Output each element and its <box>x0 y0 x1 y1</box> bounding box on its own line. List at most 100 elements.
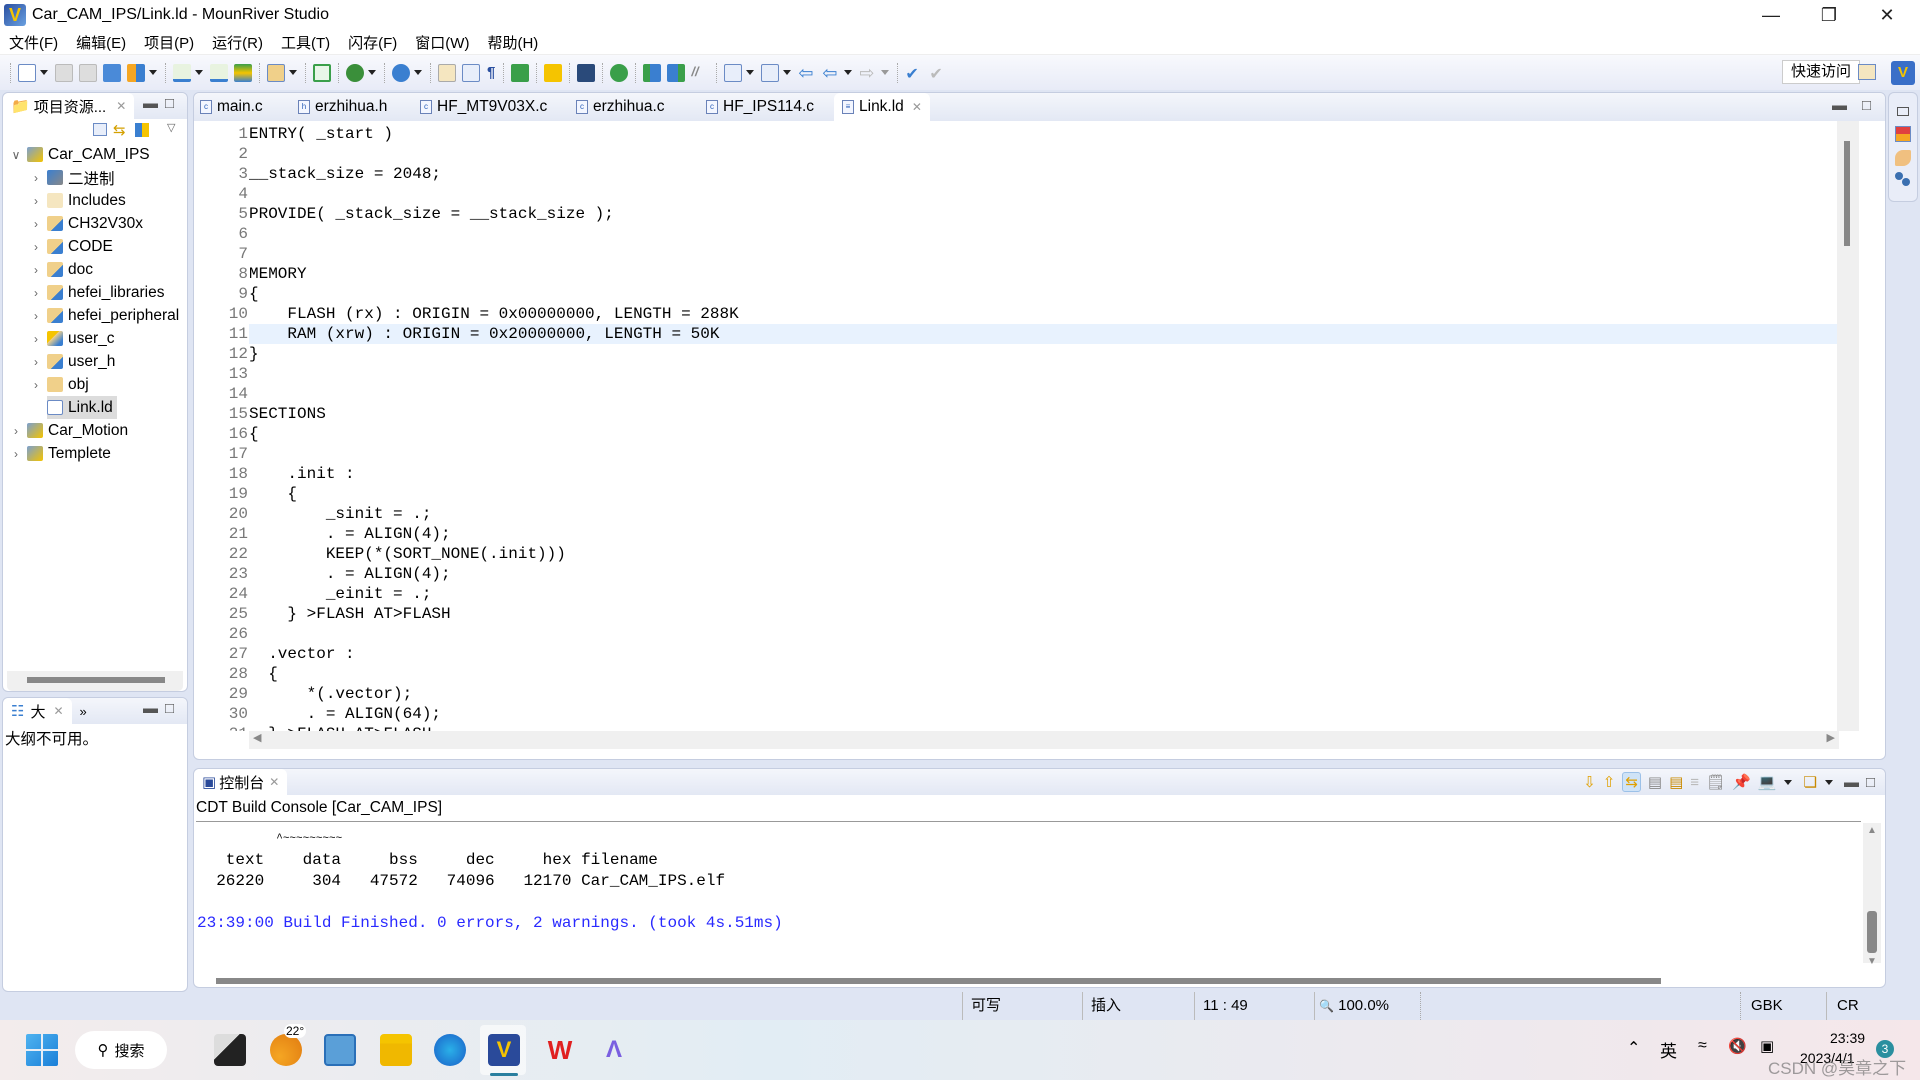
menu-window[interactable]: 窗口(W) <box>406 32 478 53</box>
scroll-lock-icon[interactable]: ▤ <box>1648 773 1662 791</box>
minimize-icon[interactable]: ▬ <box>1844 774 1859 791</box>
tree-item[interactable]: › Includes <box>29 189 126 212</box>
scroll-right-icon[interactable]: ▶ <box>1827 731 1835 744</box>
comment-icon[interactable]: // <box>691 64 709 82</box>
tree-item[interactable]: › Templete <box>9 442 111 465</box>
chevron-right-icon[interactable]: › <box>9 447 23 461</box>
download-icon[interactable] <box>267 63 285 82</box>
chevron-down-icon[interactable]: ∨ <box>9 148 23 162</box>
open-perspective-icon[interactable] <box>1858 64 1876 80</box>
build-icon[interactable] <box>173 63 191 82</box>
quick-access-field[interactable]: 快速访问 <box>1782 60 1860 84</box>
last-edit-icon[interactable]: ⇦ <box>798 64 816 82</box>
indent-icon[interactable] <box>643 63 662 82</box>
scroll-down-icon[interactable]: ▼ <box>1867 956 1877 967</box>
collapse-all-icon[interactable] <box>93 123 107 136</box>
wps-icon[interactable]: W <box>544 1034 576 1066</box>
tree-item[interactable]: › CH32V30x <box>29 212 143 235</box>
overflow-tabs-button[interactable]: » <box>80 704 87 719</box>
chevron-right-icon[interactable]: › <box>29 286 43 300</box>
edit-icon[interactable] <box>1895 150 1911 166</box>
console-output[interactable]: ^~~~~~~~~~ text data bss dec hex filenam… <box>197 829 783 934</box>
chevron-right-icon[interactable]: › <box>29 378 43 392</box>
save-all-icon[interactable] <box>79 63 97 82</box>
task-view-icon[interactable] <box>214 1034 246 1066</box>
close-tab-icon[interactable]: ✕ <box>912 100 922 114</box>
clear-console-icon[interactable]: 🗒 <box>1706 773 1725 791</box>
editor-tab[interactable]: c HF_MT9V03X.c <box>416 93 547 120</box>
chevron-right-icon[interactable]: › <box>29 309 43 323</box>
tree-item[interactable]: › 二进制 <box>29 166 115 189</box>
wifi-icon[interactable]: ≈ <box>1698 1037 1707 1055</box>
edge-browser-icon[interactable] <box>434 1034 466 1066</box>
chevron-right-icon[interactable]: › <box>29 217 43 231</box>
chevron-right-icon[interactable]: › <box>29 171 43 185</box>
app-icon[interactable] <box>324 1034 356 1066</box>
pin-editor-icon[interactable]: ✔ <box>905 64 923 83</box>
file-explorer-icon[interactable] <box>380 1034 412 1066</box>
menu-help[interactable]: 帮助(H) <box>478 32 547 53</box>
editor-tab[interactable]: c erzhihua.c <box>572 93 665 120</box>
taskbar-search[interactable]: ⚲ 搜索 <box>75 1031 167 1069</box>
terminal-icon[interactable] <box>313 63 331 82</box>
tree-item[interactable]: › CODE <box>29 235 113 258</box>
code-editor[interactable]: 1ENTRY( _start ) 2 3__stack_size = 2048; 4 5… <box>194 121 1839 731</box>
editor-tab[interactable]: c main.c <box>196 93 263 120</box>
link-with-editor-icon[interactable]: ⇆ <box>1622 772 1641 792</box>
forward-icon[interactable]: ⇨ <box>859 64 877 82</box>
prev-error-icon[interactable]: ⇧ <box>1603 773 1616 791</box>
outline-tab[interactable]: ☷ 大 ✕ <box>3 698 72 724</box>
display-console-icon[interactable]: 💻 <box>1758 773 1777 791</box>
tree-item[interactable]: Link.ld <box>47 396 117 419</box>
new-dropdown[interactable] <box>40 70 48 75</box>
next-error-icon[interactable]: ⇩ <box>1583 773 1596 791</box>
tree-item[interactable]: › hefei_peripheral <box>29 304 179 327</box>
open-type-icon[interactable] <box>438 63 456 82</box>
close-icon[interactable]: ✕ <box>269 775 279 789</box>
ime-indicator[interactable]: 英 <box>1660 1037 1677 1062</box>
open-project-icon[interactable] <box>103 63 121 82</box>
debug-icon[interactable] <box>346 63 364 82</box>
minimize-icon[interactable]: ▬ <box>143 700 158 717</box>
horizontal-scrollbar[interactable]: ◀ ▶ <box>249 731 1839 749</box>
show-hidden-icons[interactable]: ⌃ <box>1627 1038 1640 1058</box>
show-whitespace-icon[interactable] <box>462 63 480 82</box>
close-button[interactable]: ✕ <box>1858 0 1916 30</box>
build-dropdown[interactable] <box>195 70 203 75</box>
minimize-button[interactable]: — <box>1742 0 1800 30</box>
tree-item[interactable]: › user_h <box>29 350 115 373</box>
zoom-level[interactable]: 🔍 100.0% <box>1314 992 1424 1020</box>
console-icon[interactable] <box>577 63 596 82</box>
menu-tools[interactable]: 工具(T) <box>272 32 339 53</box>
layers-icon[interactable] <box>234 63 252 82</box>
tree-item[interactable]: › hefei_libraries <box>29 281 165 304</box>
start-button[interactable] <box>26 1034 58 1066</box>
chevron-right-icon[interactable]: › <box>29 240 43 254</box>
horizontal-scrollbar[interactable] <box>7 671 183 691</box>
scrollbar-thumb[interactable] <box>1867 911 1877 953</box>
vertical-scrollbar[interactable] <box>1837 121 1859 731</box>
clock-time[interactable]: 23:39 <box>1830 1030 1865 1046</box>
close-icon[interactable]: ✕ <box>53 704 63 718</box>
console-horizontal-scrollbar[interactable] <box>216 978 1661 984</box>
forward-dropdown[interactable] <box>881 70 890 75</box>
console-vertical-scrollbar[interactable]: ▲ ▼ <box>1863 823 1881 967</box>
close-icon[interactable]: ✕ <box>116 99 126 113</box>
k-icon[interactable] <box>610 63 629 82</box>
minimize-icon[interactable]: ▬ <box>1832 97 1847 114</box>
battery-icon[interactable]: ▣ <box>1760 1037 1774 1055</box>
filters-icon[interactable] <box>135 123 149 137</box>
console-tab[interactable]: ▣ 控制台 ✕ <box>194 769 288 795</box>
maximize-icon[interactable]: □ <box>1866 774 1875 791</box>
ld-icon[interactable] <box>511 63 530 82</box>
prev-annotation-icon[interactable] <box>761 63 780 82</box>
chevron-right-icon[interactable]: › <box>29 355 43 369</box>
pin-console-icon[interactable]: ▤ <box>1669 773 1683 791</box>
view-menu-icon[interactable]: ▽ <box>167 121 175 134</box>
next-annotation-icon[interactable] <box>724 63 743 82</box>
editor-tab[interactable]: h erzhihua.h <box>294 93 387 120</box>
mrs-perspective-icon[interactable]: V <box>1891 61 1915 85</box>
new-icon[interactable] <box>18 63 36 82</box>
chevron-right-icon[interactable]: › <box>29 263 43 277</box>
open-console-dropdown[interactable] <box>1824 779 1833 785</box>
